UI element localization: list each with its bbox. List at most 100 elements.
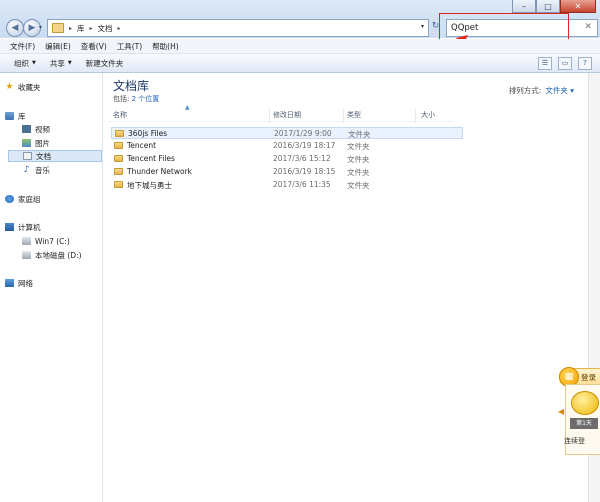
sidebar-item-label: Win7 (C:) — [35, 236, 70, 246]
view-controls: ☰ ▭ ? — [538, 57, 592, 70]
breadcrumb-separator: ▸ — [89, 24, 93, 32]
address-dropdown-icon[interactable]: ▾ — [421, 23, 424, 30]
file-name: Thunder Network — [127, 167, 192, 176]
column-headers: 名称 修改日期 类型 大小 — [109, 110, 454, 122]
menu-item[interactable]: 文件(F) — [10, 41, 35, 52]
menu-item[interactable]: 工具(T) — [117, 41, 142, 52]
sidebar-item-drive-d[interactable]: 本地磁盘 (D:) — [22, 249, 102, 261]
arrange-label: 排列方式: — [508, 86, 542, 95]
window-controls: – □ ✕ — [512, 0, 596, 13]
help-icon[interactable]: ? — [578, 57, 592, 70]
sidebar-item-favorites[interactable]: ★ 收藏夹 — [5, 81, 107, 93]
file-date: 2017/3/6 15:12 — [273, 154, 331, 163]
table-row[interactable]: 地下城与勇士 2017/3/6 11:35 文件夹 — [111, 179, 463, 191]
arrange-by-dropdown[interactable]: 文件夹 ▾ — [545, 86, 574, 95]
qq-login-widget[interactable]: ▦ 登录 ◀ 第1天 连续登 — [558, 365, 600, 455]
new-folder-label: 新建文件夹 — [85, 58, 124, 68]
includes-locations-link[interactable]: 2 个位置 — [132, 95, 160, 103]
file-name: Tencent Files — [127, 154, 175, 163]
close-button[interactable]: ✕ — [560, 0, 596, 13]
breadcrumb-separator: ▸ — [69, 24, 73, 32]
arrange-by: 排列方式: 文件夹 ▾ — [509, 85, 574, 96]
recent-pages-dropdown[interactable]: ▾ — [39, 24, 42, 31]
share-button[interactable]: 共享 ▼ — [50, 58, 72, 69]
file-type: 文件夹 — [347, 155, 370, 164]
sidebar-item-label: 视频 — [35, 124, 50, 134]
table-row[interactable]: 360js Files 2017/1/29 9:00 文件夹 — [111, 127, 463, 139]
computer-icon — [5, 223, 14, 231]
back-arrow-icon: ◀ — [11, 23, 19, 33]
file-type: 文件夹 — [347, 168, 370, 177]
includes-label: 包括: — [113, 95, 130, 103]
menu-item[interactable]: 编辑(E) — [45, 41, 71, 52]
breadcrumb-libraries[interactable]: 库 — [77, 23, 85, 34]
column-header-size[interactable]: 大小 — [421, 110, 435, 120]
qq-widget-footer: 连续登 — [564, 437, 585, 445]
sidebar-item-label: 音乐 — [35, 165, 50, 175]
share-label: 共享 — [49, 58, 65, 68]
sidebar-item-network[interactable]: 网络 — [5, 277, 107, 289]
file-type: 文件夹 — [347, 142, 370, 151]
sidebar-item-label: 文档 — [36, 151, 51, 161]
folder-icon — [115, 130, 124, 137]
picture-icon — [22, 139, 31, 147]
change-view-icon[interactable]: ☰ — [538, 57, 552, 70]
qq-widget-title: 登录 — [581, 373, 596, 382]
sidebar-item-label: 图片 — [35, 138, 50, 148]
sidebar-item-pictures[interactable]: 图片 — [22, 137, 102, 149]
file-type: 文件夹 — [347, 181, 370, 190]
sidebar-item-label: 收藏夹 — [18, 82, 41, 92]
chevron-down-icon: ▼ — [67, 60, 72, 66]
gold-ingot-icon — [571, 391, 599, 415]
folder-icon — [114, 181, 123, 188]
qq-widget-body: ◀ 第1天 连续登 — [558, 384, 600, 455]
sidebar-item-homegroup[interactable]: 家庭组 — [5, 193, 107, 205]
library-icon — [5, 112, 14, 120]
breadcrumb-documents[interactable]: 文档 — [98, 23, 113, 34]
organize-label: 组织 — [14, 58, 29, 68]
organize-button[interactable]: 组织 ▼ — [14, 58, 36, 69]
menu-item[interactable]: 帮助(H) — [152, 41, 179, 52]
sidebar-item-label: 库 — [18, 111, 26, 121]
menu-bar: 文件(F) 编辑(E) 查看(V) 工具(T) 帮助(H) — [0, 39, 600, 54]
sidebar-item-music[interactable]: ♪ 音乐 — [22, 164, 102, 176]
column-header-name[interactable]: 名称 — [113, 110, 127, 120]
table-row[interactable]: Thunder Network 2016/3/19 18:15 文件夹 — [111, 166, 463, 178]
star-icon: ★ — [5, 82, 14, 92]
column-header-date[interactable]: 修改日期 — [273, 110, 301, 120]
menu-item[interactable]: 查看(V) — [81, 41, 107, 52]
back-button[interactable]: ◀ — [6, 19, 24, 37]
sidebar-item-libraries[interactable]: 库 — [5, 110, 107, 122]
column-divider[interactable] — [343, 109, 344, 123]
network-icon — [5, 279, 14, 287]
navigation-pane: ★ 收藏夹 库 视频 图片 文档 ♪ 音乐 家庭组 计算机 Win7 (C:) 本地… — [0, 73, 103, 502]
column-divider[interactable] — [269, 109, 270, 123]
sidebar-item-computer[interactable]: 计算机 — [5, 221, 107, 233]
column-header-type[interactable]: 类型 — [347, 110, 361, 120]
folder-icon — [114, 168, 123, 175]
folder-icon — [114, 155, 123, 162]
page-title: 文档库 — [113, 79, 150, 93]
address-bar[interactable]: ▸ 库 ▸ 文档 ▸ ▾ — [47, 19, 429, 37]
preview-pane-icon[interactable]: ▭ — [558, 57, 572, 70]
table-row[interactable]: Tencent 2016/3/19 18:17 文件夹 — [111, 140, 463, 152]
drive-icon — [22, 237, 31, 245]
sidebar-item-drive-c[interactable]: Win7 (C:) — [22, 235, 102, 247]
drive-icon — [22, 251, 31, 259]
column-divider[interactable] — [415, 109, 416, 123]
previous-arrow-icon[interactable]: ◀ — [558, 407, 564, 416]
sidebar-item-videos[interactable]: 视频 — [22, 123, 102, 135]
homegroup-icon — [5, 195, 14, 203]
new-folder-button[interactable]: 新建文件夹 — [86, 58, 124, 69]
minimize-button[interactable]: – — [512, 0, 536, 13]
command-toolbar: 组织 ▼ 共享 ▼ 新建文件夹 ☰ ▭ ? — [0, 54, 600, 73]
clear-search-icon[interactable]: ✕ — [584, 22, 592, 32]
sidebar-item-documents[interactable]: 文档 — [8, 150, 102, 162]
maximize-button[interactable]: □ — [536, 0, 560, 13]
file-date: 2017/1/29 9:00 — [274, 129, 332, 138]
video-icon — [22, 125, 31, 133]
file-name: 360js Files — [128, 129, 168, 138]
table-row[interactable]: Tencent Files 2017/3/6 15:12 文件夹 — [111, 153, 463, 165]
file-name: 地下城与勇士 — [127, 181, 172, 190]
folder-icon — [114, 142, 123, 149]
